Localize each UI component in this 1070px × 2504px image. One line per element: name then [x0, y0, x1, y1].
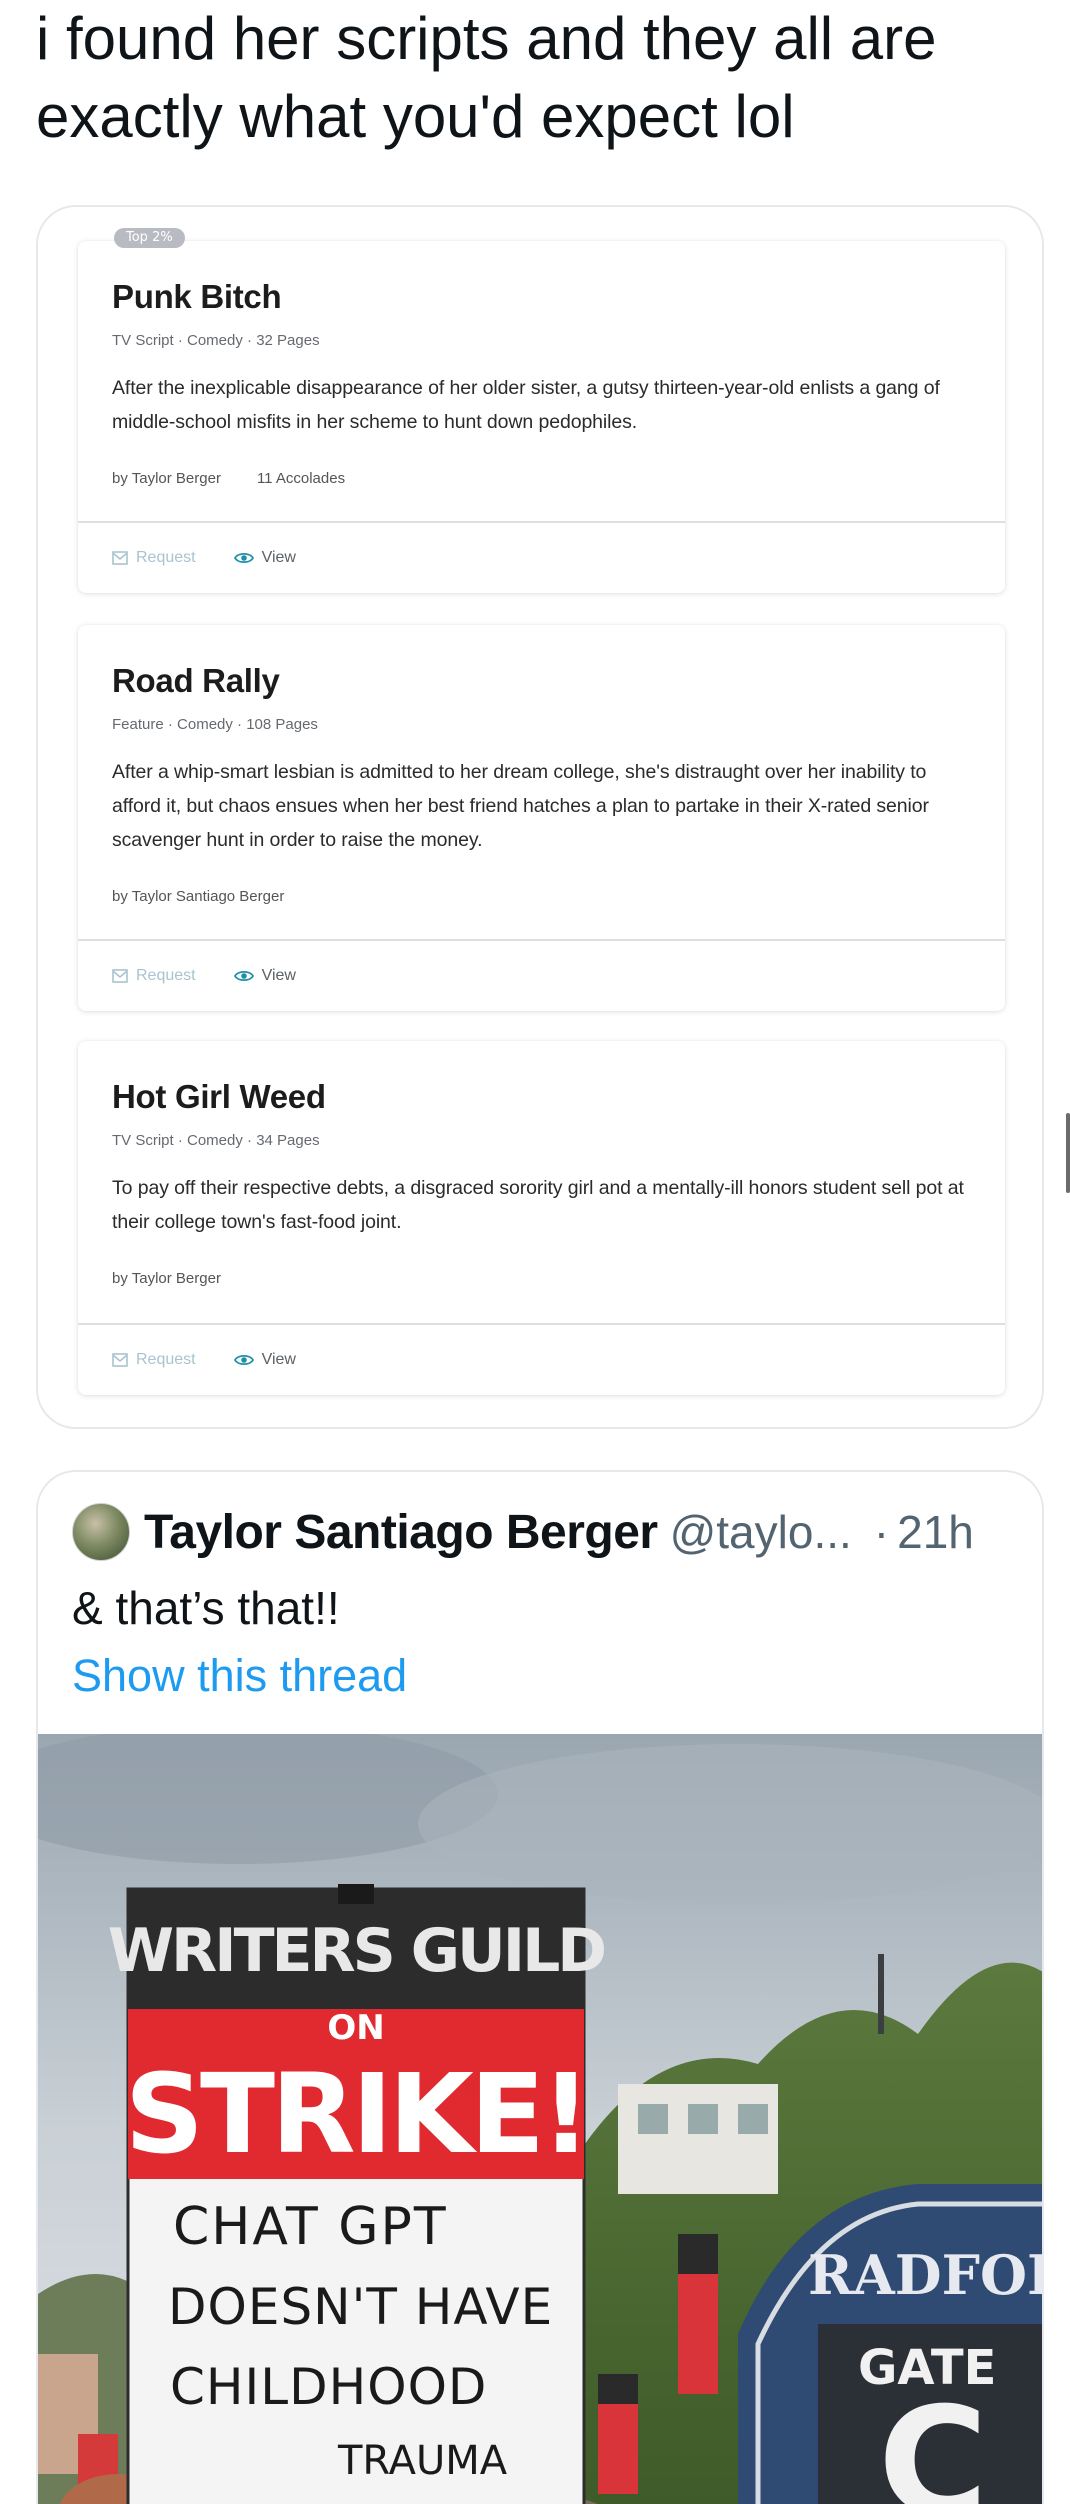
script-byline-row: by Taylor Berger — [112, 1269, 971, 1289]
eye-icon — [233, 970, 254, 982]
strike-photo: RADFOR GATE C WRITERS GUILD ON STRIKE! C… — [38, 1734, 1044, 2504]
script-byline-row: by Taylor Berger 11 Accolades — [112, 469, 971, 489]
script-title[interactable]: Punk Bitch — [112, 277, 971, 317]
gate-sign-text-1: RADFOR — [808, 2243, 1044, 2307]
request-button[interactable]: Request — [112, 549, 196, 567]
script-card[interactable]: Road Rally Feature · Comedy · 108 Pages … — [78, 625, 1005, 1011]
script-card[interactable]: Top 2% Punk Bitch TV Script · Comedy · 3… — [78, 228, 1005, 593]
view-label: View — [261, 549, 296, 566]
view-button[interactable]: View — [233, 549, 296, 567]
gate-sign-text-3: C — [878, 2376, 988, 2504]
view-button[interactable]: View — [233, 967, 296, 985]
request-label: Request — [136, 967, 196, 984]
show-thread-link[interactable]: Show this thread — [72, 1648, 407, 1704]
script-meta: TV Script · Comedy · 34 Pages — [112, 1132, 320, 1149]
script-accolades[interactable]: 11 Accolades — [257, 469, 345, 489]
script-meta: Feature · Comedy · 108 Pages — [112, 716, 318, 733]
envelope-icon — [112, 1353, 128, 1367]
view-label: View — [261, 967, 296, 984]
script-byline-row: by Taylor Santiago Berger — [112, 887, 971, 907]
request-label: Request — [136, 549, 196, 566]
handwritten-line: CHAT GPT — [173, 2197, 448, 2257]
script-logline: After the inexplicable disappearance of … — [112, 377, 940, 433]
handwritten-line: DOESN'T HAVE — [168, 2278, 553, 2336]
tweet-photo[interactable]: RADFOR GATE C WRITERS GUILD ON STRIKE! C… — [38, 1734, 1044, 2504]
script-logline: After a whip-smart lesbian is admitted t… — [112, 761, 929, 851]
tweet-timestamp[interactable]: 21h — [897, 1505, 974, 1559]
view-button[interactable]: View — [233, 1351, 296, 1369]
author-handle[interactable]: @taylo... — [670, 1505, 852, 1559]
script-author[interactable]: by Taylor Berger — [112, 1269, 221, 1289]
sign-line-3: STRIKE! — [125, 2050, 587, 2178]
quoted-tweet[interactable]: Taylor Santiago Berger @taylo... · 21h &… — [36, 1470, 1044, 2504]
envelope-icon — [112, 969, 128, 983]
request-label: Request — [136, 1351, 196, 1368]
sign-line-1: WRITERS GUILD — [108, 1916, 604, 1986]
tweet-header: Taylor Santiago Berger @taylo... · 21h — [72, 1502, 1032, 1562]
request-button[interactable]: Request — [112, 1351, 196, 1369]
script-author[interactable]: by Taylor Santiago Berger — [112, 887, 284, 907]
handwritten-line: CHILDHOOD — [170, 2358, 487, 2416]
script-title[interactable]: Hot Girl Weed — [112, 1077, 971, 1117]
separator-dot: · — [873, 1506, 890, 1558]
script-author[interactable]: by Taylor Berger — [112, 469, 221, 489]
script-actions: Request View — [78, 939, 1005, 1011]
view-label: View — [261, 1351, 296, 1368]
envelope-icon — [112, 551, 128, 565]
eye-icon — [233, 552, 254, 564]
sign-line-2: ON — [327, 2008, 384, 2048]
avatar[interactable] — [72, 1503, 130, 1561]
script-actions: Request View — [78, 521, 1005, 593]
author-name[interactable]: Taylor Santiago Berger — [144, 1505, 658, 1560]
script-actions: Request View — [78, 1323, 1005, 1395]
eye-icon — [233, 1354, 254, 1366]
strike-sign: WRITERS GUILD ON STRIKE! CHAT GPT DOESN'… — [108, 1884, 607, 2504]
script-card[interactable]: Hot Girl Weed TV Script · Comedy · 34 Pa… — [78, 1041, 1005, 1395]
handwritten-line: TRAUMA — [337, 2438, 508, 2484]
tweet-text: & that’s that!! — [72, 1582, 340, 1634]
scrollbar-thumb[interactable] — [1066, 1113, 1070, 1193]
post-text: i found her scripts and they all are exa… — [36, 5, 937, 150]
quoted-screenshot[interactable]: Top 2% Punk Bitch TV Script · Comedy · 3… — [36, 205, 1044, 1429]
script-title[interactable]: Road Rally — [112, 661, 971, 701]
script-logline: To pay off their respective debts, a dis… — [112, 1177, 964, 1233]
request-button[interactable]: Request — [112, 967, 196, 985]
script-meta: TV Script · Comedy · 32 Pages — [112, 332, 320, 349]
